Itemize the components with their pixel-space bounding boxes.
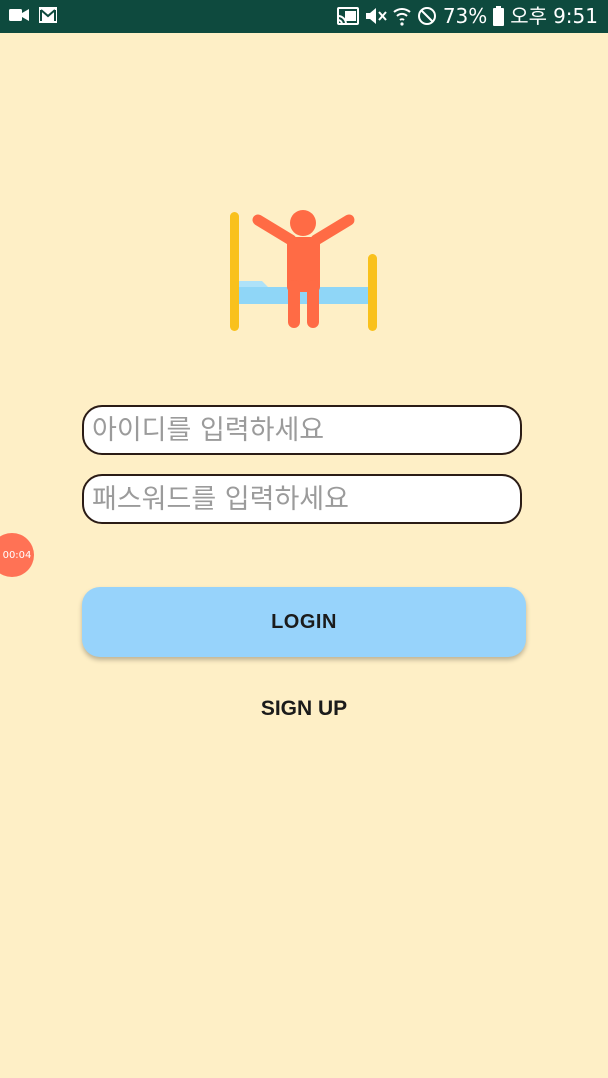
signup-button[interactable]: SIGN UP — [204, 690, 404, 728]
cast-icon — [336, 7, 359, 25]
recording-timer-label: 00:04 — [2, 549, 32, 561]
password-input[interactable] — [82, 474, 522, 524]
status-bar-left — [9, 7, 57, 28]
login-button[interactable]: LOGIN — [82, 587, 526, 657]
recording-timer-bubble[interactable]: 00:04 — [0, 533, 34, 577]
clock-time: 9:51 — [553, 4, 598, 28]
mute-icon — [365, 6, 387, 26]
gmail-icon — [39, 7, 57, 28]
video-camera-icon — [9, 8, 29, 27]
do-not-disturb-icon — [417, 6, 437, 26]
status-bar-right: 73% 오후 9:51 — [336, 4, 598, 28]
clock-ampm: 오후 — [510, 4, 548, 28]
app-logo — [228, 205, 380, 333]
status-bar: 73% 오후 9:51 — [0, 0, 608, 33]
battery-icon — [493, 6, 505, 26]
wifi-icon — [393, 6, 411, 26]
person-standing-by-bed-icon — [230, 210, 377, 331]
id-input[interactable] — [82, 405, 522, 455]
battery-percentage: 73% — [442, 4, 488, 28]
